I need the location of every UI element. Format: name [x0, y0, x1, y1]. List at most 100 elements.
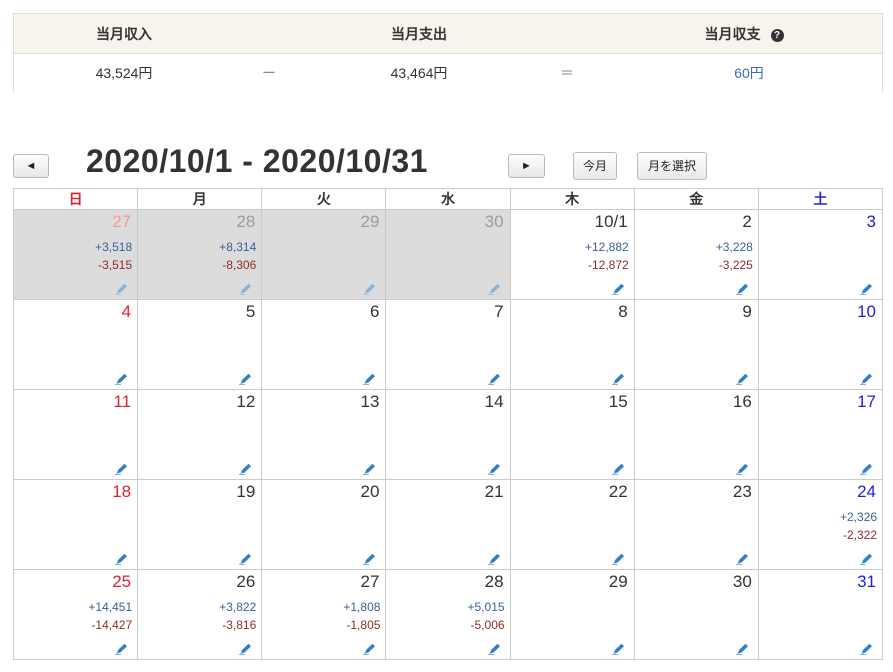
- pencil-icon[interactable]: [363, 462, 377, 475]
- day-income: +3,822: [219, 600, 257, 614]
- pencil-icon[interactable]: [860, 642, 874, 655]
- weekday-monday: 月: [137, 188, 263, 210]
- pencil-icon[interactable]: [611, 552, 626, 565]
- calendar-day-cell[interactable]: 16: [633, 389, 759, 480]
- calendar-day-cell[interactable]: 13: [261, 389, 387, 480]
- day-income: +3,228: [715, 240, 753, 254]
- pencil-icon[interactable]: [611, 642, 626, 655]
- pencil-icon[interactable]: [860, 462, 874, 475]
- day-number: 29: [360, 212, 380, 231]
- calendar-day-cell[interactable]: 9: [633, 299, 759, 390]
- calendar-day-cell[interactable]: 23: [633, 479, 759, 570]
- calendar-day-cell[interactable]: 6: [261, 299, 387, 390]
- date-range-title: 2020/10/1 - 2020/10/31: [86, 143, 428, 179]
- day-number: 3: [866, 212, 876, 231]
- day-number: 9: [742, 302, 752, 321]
- calendar-grid: 日月火水木金土 27 +3,518 -3,515 28 +8,314 -8,306 29 30…: [12, 188, 884, 660]
- pencil-icon[interactable]: [735, 552, 750, 565]
- pencil-icon[interactable]: [860, 372, 874, 385]
- calendar-day-cell[interactable]: 18: [12, 479, 139, 570]
- calendar-day-cell[interactable]: 11: [12, 389, 139, 480]
- calendar-day-cell[interactable]: 10: [757, 299, 884, 390]
- this-month-button[interactable]: 今月: [573, 152, 617, 180]
- calendar-day-cell[interactable]: 30: [385, 209, 511, 300]
- calendar-week-row: 11 12 13 14 15 16 17: [12, 389, 884, 480]
- pencil-icon[interactable]: [611, 462, 626, 475]
- calendar-day-cell[interactable]: 24 +2,326 -2,322: [757, 479, 884, 570]
- expense-value: 43,464円: [390, 65, 448, 81]
- pencil-icon[interactable]: [115, 552, 129, 565]
- day-number: 2: [742, 212, 752, 231]
- calendar-day-cell[interactable]: 2 +3,228 -3,225: [633, 209, 759, 300]
- pencil-icon[interactable]: [611, 282, 626, 295]
- day-number: 23: [732, 482, 752, 501]
- calendar-day-cell[interactable]: 27 +1,808 -1,805: [261, 569, 387, 660]
- day-number: 17: [857, 392, 876, 411]
- calendar-day-cell[interactable]: 20: [261, 479, 387, 570]
- pencil-icon[interactable]: [363, 552, 377, 565]
- pencil-icon[interactable]: [363, 642, 377, 655]
- calendar-day-cell[interactable]: 14: [385, 389, 511, 480]
- pencil-icon[interactable]: [487, 552, 502, 565]
- pencil-icon[interactable]: [860, 552, 874, 565]
- calendar-day-cell[interactable]: 7: [385, 299, 511, 390]
- pencil-icon[interactable]: [115, 372, 129, 385]
- calendar-week-row: 18 19 20 21 22 23 24 +2,326 -2,322: [12, 479, 884, 570]
- day-expense: -3,225: [718, 258, 753, 272]
- calendar-day-cell[interactable]: 5: [137, 299, 263, 390]
- select-month-button[interactable]: 月を選択: [637, 152, 707, 180]
- calendar-day-cell[interactable]: 28 +5,015 -5,006: [385, 569, 511, 660]
- pencil-icon[interactable]: [239, 372, 253, 385]
- calendar-day-cell[interactable]: 3: [757, 209, 884, 300]
- calendar-day-cell[interactable]: 31: [757, 569, 884, 660]
- calendar-day-cell[interactable]: 21: [385, 479, 511, 570]
- pencil-icon[interactable]: [115, 462, 129, 475]
- calendar-day-cell[interactable]: 17: [757, 389, 884, 480]
- pencil-icon[interactable]: [487, 282, 502, 295]
- pencil-icon[interactable]: [487, 462, 502, 475]
- calendar-day-cell[interactable]: 22: [509, 479, 635, 570]
- balance-value: 60円: [734, 65, 764, 81]
- day-number: 20: [360, 482, 380, 501]
- prev-month-button[interactable]: ◄: [13, 154, 49, 178]
- pencil-icon[interactable]: [735, 282, 750, 295]
- pencil-icon[interactable]: [735, 462, 750, 475]
- calendar-day-cell[interactable]: 28 +8,314 -8,306: [137, 209, 263, 300]
- calendar-day-cell[interactable]: 26 +3,822 -3,816: [137, 569, 263, 660]
- calendar-day-cell[interactable]: 30: [633, 569, 759, 660]
- pencil-icon[interactable]: [735, 372, 750, 385]
- pencil-icon[interactable]: [363, 372, 377, 385]
- calendar-day-cell[interactable]: 27 +3,518 -3,515: [12, 209, 139, 300]
- balance-label-wrap: 当月収支?: [679, 14, 809, 54]
- pencil-icon[interactable]: [860, 282, 874, 295]
- pencil-icon[interactable]: [487, 372, 502, 385]
- pencil-icon[interactable]: [239, 462, 253, 475]
- day-expense: -12,872: [588, 258, 629, 272]
- next-month-button[interactable]: ►: [508, 154, 545, 178]
- day-number: 14: [484, 392, 504, 411]
- calendar-day-cell[interactable]: 19: [137, 479, 263, 570]
- pencil-icon[interactable]: [115, 642, 129, 655]
- day-number: 30: [484, 212, 504, 231]
- equals-sign: ＝: [560, 65, 574, 81]
- calendar-day-cell[interactable]: 29: [509, 569, 635, 660]
- pencil-icon[interactable]: [487, 642, 502, 655]
- pencil-icon[interactable]: [611, 372, 626, 385]
- day-expense: -3,816: [222, 618, 257, 632]
- calendar-day-cell[interactable]: 8: [509, 299, 635, 390]
- calendar-day-cell[interactable]: 12: [137, 389, 263, 480]
- calendar-day-cell[interactable]: 15: [509, 389, 635, 480]
- pencil-icon[interactable]: [239, 642, 253, 655]
- calendar-week-row: 25 +14,451 -14,427 26 +3,822 -3,816 27 +1,808 -1…: [12, 569, 884, 660]
- calendar-day-cell[interactable]: 29: [261, 209, 387, 300]
- help-icon[interactable]: ?: [770, 28, 784, 42]
- pencil-icon[interactable]: [115, 282, 129, 295]
- calendar-day-cell[interactable]: 25 +14,451 -14,427: [12, 569, 139, 660]
- pencil-icon[interactable]: [239, 552, 253, 565]
- pencil-icon[interactable]: [735, 642, 750, 655]
- pencil-icon[interactable]: [363, 282, 377, 295]
- pencil-icon[interactable]: [239, 282, 253, 295]
- calendar-day-cell[interactable]: 4: [12, 299, 139, 390]
- calendar-day-cell[interactable]: 10/1 +12,882 -12,872: [509, 209, 635, 300]
- day-number: 12: [236, 392, 256, 411]
